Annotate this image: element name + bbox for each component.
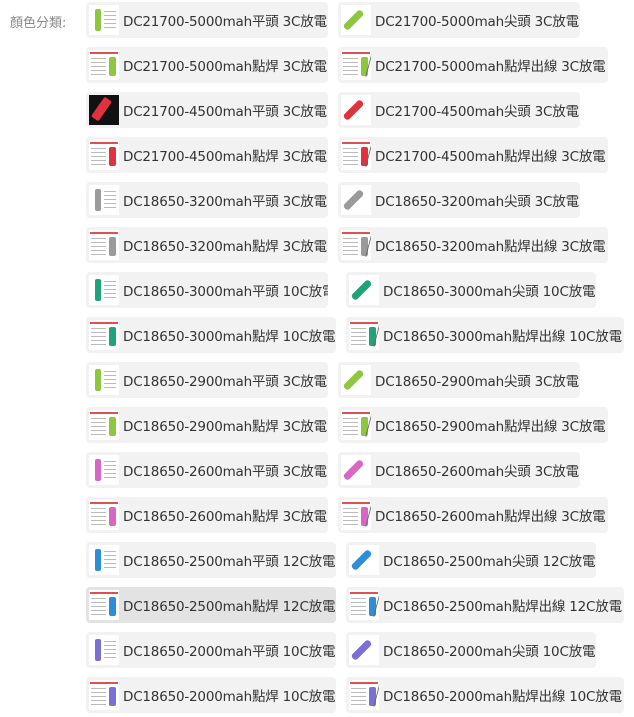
color-option-label: DC18650-2500mah點焊出線 12C放電 (383, 599, 622, 615)
color-option-right-10[interactable]: DC18650-2600mah尖頭 3C放電 (338, 452, 580, 488)
flat-top-battery-icon (89, 5, 119, 35)
color-option-label: DC18650-3000mah點焊 10C放電 (123, 329, 336, 345)
color-option-label: DC18650-3000mah點焊出線 10C放電 (383, 329, 622, 345)
flat-top-battery-icon (89, 635, 119, 665)
color-option-right-14[interactable]: DC18650-2000mah尖頭 10C放電 (346, 632, 596, 668)
color-option-right-11[interactable]: DC18650-2600mah點焊出線 3C放電 (338, 497, 608, 533)
color-option-label: DC21700-4500mah平頭 3C放電 (123, 104, 327, 120)
button-top-battery-icon (341, 365, 371, 395)
color-option-left-11[interactable]: DC18650-2600mah點焊 3C放電 (86, 497, 328, 533)
color-option-left-10[interactable]: DC18650-2600mah平頭 3C放電 (86, 452, 328, 488)
spot-weld-lead-battery-icon (349, 680, 379, 710)
color-option-right-4[interactable]: DC18650-3200mah尖頭 3C放電 (338, 182, 580, 218)
color-option-left-15[interactable]: DC18650-2000mah點焊 10C放電 (86, 677, 336, 713)
spot-weld-battery-icon (89, 50, 119, 80)
color-option-label: DC21700-5000mah點焊出線 3C放電 (375, 59, 606, 75)
color-option-right-5[interactable]: DC18650-3200mah點焊出線 3C放電 (338, 227, 608, 263)
color-option-label: DC18650-2900mah尖頭 3C放電 (375, 374, 579, 390)
color-option-label: DC18650-3200mah尖頭 3C放電 (375, 194, 579, 210)
color-option-label: DC21700-4500mah點焊 3C放電 (123, 149, 327, 165)
color-option-label: DC18650-2900mah點焊出線 3C放電 (375, 419, 606, 435)
spot-weld-lead-battery-icon (341, 50, 371, 80)
button-top-battery-icon (349, 275, 379, 305)
color-option-left-8[interactable]: DC18650-2900mah平頭 3C放電 (86, 362, 328, 398)
color-option-left-1[interactable]: DC21700-5000mah點焊 3C放電 (86, 47, 328, 83)
color-option-label: DC18650-2900mah平頭 3C放電 (123, 374, 327, 390)
color-option-left-14[interactable]: DC18650-2000mah平頭 10C放電 (86, 632, 336, 668)
color-option-right-2[interactable]: DC21700-4500mah尖頭 3C放電 (338, 92, 580, 128)
color-option-label: DC21700-5000mah平頭 3C放電 (123, 14, 327, 30)
color-option-label: DC21700-5000mah尖頭 3C放電 (375, 14, 579, 30)
button-top-battery-icon (349, 545, 379, 575)
color-option-right-12[interactable]: DC18650-2500mah尖頭 12C放電 (346, 542, 596, 578)
color-option-label: DC18650-3000mah平頭 10C放電 (123, 284, 328, 300)
color-option-left-5[interactable]: DC18650-3200mah點焊 3C放電 (86, 227, 328, 263)
button-top-battery-icon (341, 185, 371, 215)
button-top-battery-icon (341, 455, 371, 485)
color-option-label: DC18650-3000mah尖頭 10C放電 (383, 284, 596, 300)
spot-weld-lead-battery-icon (341, 140, 371, 170)
flat-top-battery-icon (89, 365, 119, 395)
spot-weld-battery-icon (89, 680, 119, 710)
spot-weld-lead-battery-icon (341, 500, 371, 530)
color-option-label: DC21700-5000mah點焊 3C放電 (123, 59, 327, 75)
color-option-right-8[interactable]: DC18650-2900mah尖頭 3C放電 (338, 362, 580, 398)
color-option-right-15[interactable]: DC18650-2000mah點焊出線 10C放電 (346, 677, 624, 713)
spot-weld-lead-battery-icon (349, 320, 379, 350)
color-option-right-1[interactable]: DC21700-5000mah點焊出線 3C放電 (338, 47, 608, 83)
color-option-left-2[interactable]: DC21700-4500mah平頭 3C放電 (86, 92, 328, 128)
flat-top-battery-icon (89, 185, 119, 215)
color-option-label: DC18650-2000mah尖頭 10C放電 (383, 644, 596, 660)
color-option-label: DC18650-2900mah點焊 3C放電 (123, 419, 327, 435)
button-top-battery-icon (341, 5, 371, 35)
spot-weld-lead-battery-icon (341, 410, 371, 440)
button-top-battery-icon (349, 635, 379, 665)
spot-weld-battery-icon (89, 230, 119, 260)
color-option-label: DC18650-2500mah尖頭 12C放電 (383, 554, 596, 570)
black-battery-thumbnail-icon (89, 95, 119, 125)
color-option-right-13[interactable]: DC18650-2500mah點焊出線 12C放電 (346, 587, 624, 623)
spot-weld-battery-icon (89, 140, 119, 170)
color-option-left-9[interactable]: DC18650-2900mah點焊 3C放電 (86, 407, 328, 443)
flat-top-battery-icon (89, 455, 119, 485)
color-option-label: DC21700-4500mah尖頭 3C放電 (375, 104, 579, 120)
color-option-right-3[interactable]: DC21700-4500mah點焊出線 3C放電 (338, 137, 608, 173)
flat-top-battery-icon (89, 545, 119, 575)
color-option-left-7[interactable]: DC18650-3000mah點焊 10C放電 (86, 317, 336, 353)
color-option-label: DC18650-3200mah點焊出線 3C放電 (375, 239, 606, 255)
color-option-label: DC18650-2000mah點焊出線 10C放電 (383, 689, 622, 705)
color-option-label: DC18650-2600mah尖頭 3C放電 (375, 464, 579, 480)
color-option-left-12[interactable]: DC18650-2500mah平頭 12C放電 (86, 542, 336, 578)
color-option-label: DC18650-2600mah平頭 3C放電 (123, 464, 327, 480)
flat-top-battery-icon (89, 275, 119, 305)
color-option-label: DC18650-3200mah平頭 3C放電 (123, 194, 327, 210)
color-option-label: DC18650-2500mah點焊 12C放電 (123, 599, 336, 615)
spot-weld-battery-icon (89, 500, 119, 530)
color-option-label: DC18650-2000mah平頭 10C放電 (123, 644, 336, 660)
color-option-left-3[interactable]: DC21700-4500mah點焊 3C放電 (86, 137, 328, 173)
spot-weld-battery-icon (89, 320, 119, 350)
color-option-left-0[interactable]: DC21700-5000mah平頭 3C放電 (86, 2, 328, 38)
color-option-right-7[interactable]: DC18650-3000mah點焊出線 10C放電 (346, 317, 624, 353)
color-option-left-13[interactable]: DC18650-2500mah點焊 12C放電 (86, 587, 336, 623)
color-option-label: DC18650-2600mah點焊 3C放電 (123, 509, 327, 525)
color-option-left-6[interactable]: DC18650-3000mah平頭 10C放電 (86, 272, 328, 308)
color-option-label: DC21700-4500mah點焊出線 3C放電 (375, 149, 606, 165)
color-option-label: DC18650-3200mah點焊 3C放電 (123, 239, 327, 255)
color-option-right-6[interactable]: DC18650-3000mah尖頭 10C放電 (346, 272, 596, 308)
button-top-battery-icon (341, 95, 371, 125)
color-option-left-4[interactable]: DC18650-3200mah平頭 3C放電 (86, 182, 328, 218)
color-option-right-9[interactable]: DC18650-2900mah點焊出線 3C放電 (338, 407, 608, 443)
spot-weld-lead-battery-icon (341, 230, 371, 260)
spot-weld-lead-battery-icon (349, 590, 379, 620)
color-option-label: DC18650-2600mah點焊出線 3C放電 (375, 509, 606, 525)
color-option-right-0[interactable]: DC21700-5000mah尖頭 3C放電 (338, 2, 580, 38)
spot-weld-battery-icon (89, 590, 119, 620)
spot-weld-battery-icon (89, 410, 119, 440)
color-option-label: DC18650-2500mah平頭 12C放電 (123, 554, 336, 570)
color-option-label: DC18650-2000mah點焊 10C放電 (123, 689, 336, 705)
color-category-label: 顏色分類: (10, 16, 67, 31)
